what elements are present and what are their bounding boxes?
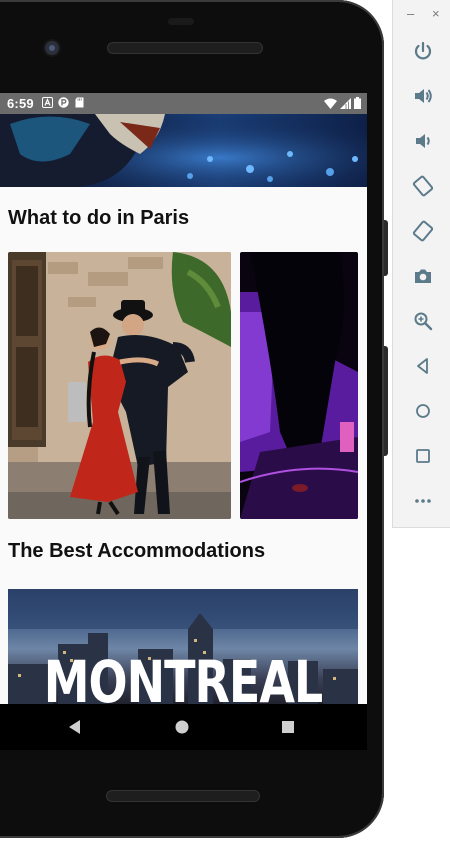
power-icon[interactable] <box>412 40 434 62</box>
volume-down-icon[interactable] <box>412 130 434 152</box>
accommodation-card-montreal[interactable]: MONTREAL <box>8 589 358 704</box>
nav-home-icon[interactable] <box>171 716 193 738</box>
battery-icon <box>354 97 361 109</box>
status-system-icons <box>324 97 361 109</box>
back-icon[interactable] <box>412 355 434 377</box>
p-icon <box>58 97 69 108</box>
phone-frame: 6:59 What to do in Paris The Best Accomm… <box>0 0 388 838</box>
volume-up-icon[interactable] <box>412 85 434 107</box>
nav-back-icon[interactable] <box>64 716 86 738</box>
status-notification-icons <box>42 97 85 108</box>
camera-icon[interactable] <box>412 265 434 287</box>
signal-icon <box>340 97 351 109</box>
overview-icon[interactable] <box>412 445 434 467</box>
sd-card-icon <box>75 97 84 108</box>
zoom-icon[interactable] <box>412 310 434 332</box>
concert-image <box>0 114 367 187</box>
power-rocker <box>384 346 388 456</box>
wifi-icon <box>324 98 337 109</box>
bottom-speaker <box>106 790 260 802</box>
more-icon[interactable] <box>412 490 434 512</box>
section-title-what-to-do: What to do in Paris <box>8 207 190 229</box>
emulator-window-controls: – × <box>393 6 450 24</box>
status-bar: 6:59 <box>0 93 367 114</box>
nav-recents-icon[interactable] <box>277 716 299 738</box>
minimize-button[interactable]: – <box>407 6 414 21</box>
activity-card-nightlife[interactable] <box>240 252 358 519</box>
home-icon[interactable] <box>412 400 434 422</box>
hero-banner-image[interactable] <box>0 114 367 187</box>
nightlife-image <box>240 252 358 519</box>
rotate-right-icon[interactable] <box>412 220 434 242</box>
section-title-accommodations: The Best Accommodations <box>8 540 266 562</box>
tango-image <box>8 252 231 519</box>
montreal-title: MONTREAL <box>43 648 324 704</box>
emulator-toolbar: – × <box>392 0 450 528</box>
a-icon <box>42 97 53 108</box>
earpiece-speaker <box>107 42 263 54</box>
activity-card-tango[interactable] <box>8 252 231 519</box>
close-button[interactable]: × <box>432 6 440 21</box>
app-screen: 6:59 What to do in Paris The Best Accomm… <box>0 93 367 704</box>
front-camera <box>45 41 59 55</box>
proximity-sensor <box>168 18 194 25</box>
volume-rocker <box>384 220 388 276</box>
status-time: 6:59 <box>7 96 34 111</box>
navigation-bar <box>0 704 367 750</box>
rotate-left-icon[interactable] <box>412 175 434 197</box>
